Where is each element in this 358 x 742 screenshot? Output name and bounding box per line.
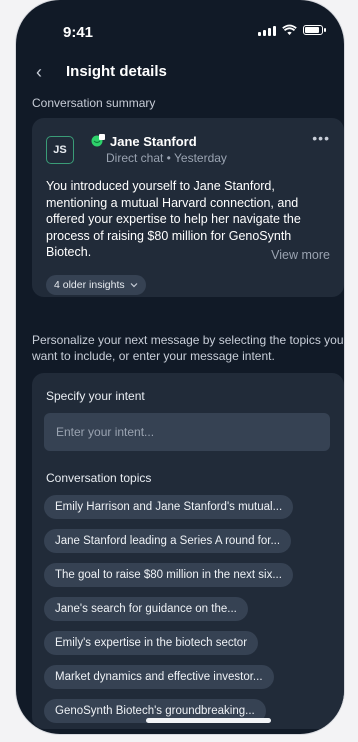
status-icons — [258, 24, 326, 36]
status-bar: 9:41 — [16, 0, 344, 58]
topic-chip[interactable]: Emily's expertise in the biotech sector — [44, 631, 259, 655]
view-more-link[interactable]: View more — [271, 248, 330, 262]
personalize-prompt: Personalize your next message by selecti… — [32, 333, 344, 363]
contact-name: Jane Stanford — [110, 134, 197, 149]
back-arrow-icon[interactable]: ‹ — [36, 62, 52, 82]
signal-icon — [258, 24, 276, 36]
topic-chip[interactable]: The goal to raise $80 million in the nex… — [44, 563, 293, 587]
intent-label: Specify your intent — [46, 389, 145, 403]
summary-section-label: Conversation summary — [32, 96, 156, 110]
topic-chip[interactable]: Jane Stanford leading a Series A round f… — [44, 529, 292, 553]
wifi-icon — [282, 24, 297, 35]
topic-chip[interactable]: Market dynamics and effective investor..… — [44, 665, 274, 689]
chat-icon — [91, 134, 105, 147]
battery-icon — [303, 25, 326, 35]
older-insights-button[interactable]: 4 older insights — [46, 275, 146, 295]
topics-label: Conversation topics — [46, 471, 152, 485]
topic-chip[interactable]: Emily Harrison and Jane Stanford's mutua… — [44, 495, 294, 519]
more-options-icon[interactable]: ••• — [312, 130, 330, 146]
header: ‹ Insight details — [16, 60, 344, 84]
chat-meta: Direct chat • Yesterday — [106, 151, 227, 165]
avatar: JS — [46, 136, 74, 164]
summary-card: JS Jane Stanford Direct chat • Yesterday… — [32, 118, 344, 297]
home-indicator[interactable] — [146, 718, 271, 723]
page-title: Insight details — [66, 63, 167, 80]
phone-screen: 9:41 ‹ Insight details Conversation summ… — [16, 0, 344, 734]
topic-chip[interactable]: Jane's search for guidance on the... — [44, 597, 248, 621]
chevron-down-icon — [130, 283, 138, 288]
status-time: 9:41 — [63, 24, 94, 41]
older-insights-label: 4 older insights — [54, 279, 125, 291]
intent-input[interactable] — [44, 413, 330, 451]
topics-card: Specify your intent Conversation topics … — [32, 373, 344, 729]
